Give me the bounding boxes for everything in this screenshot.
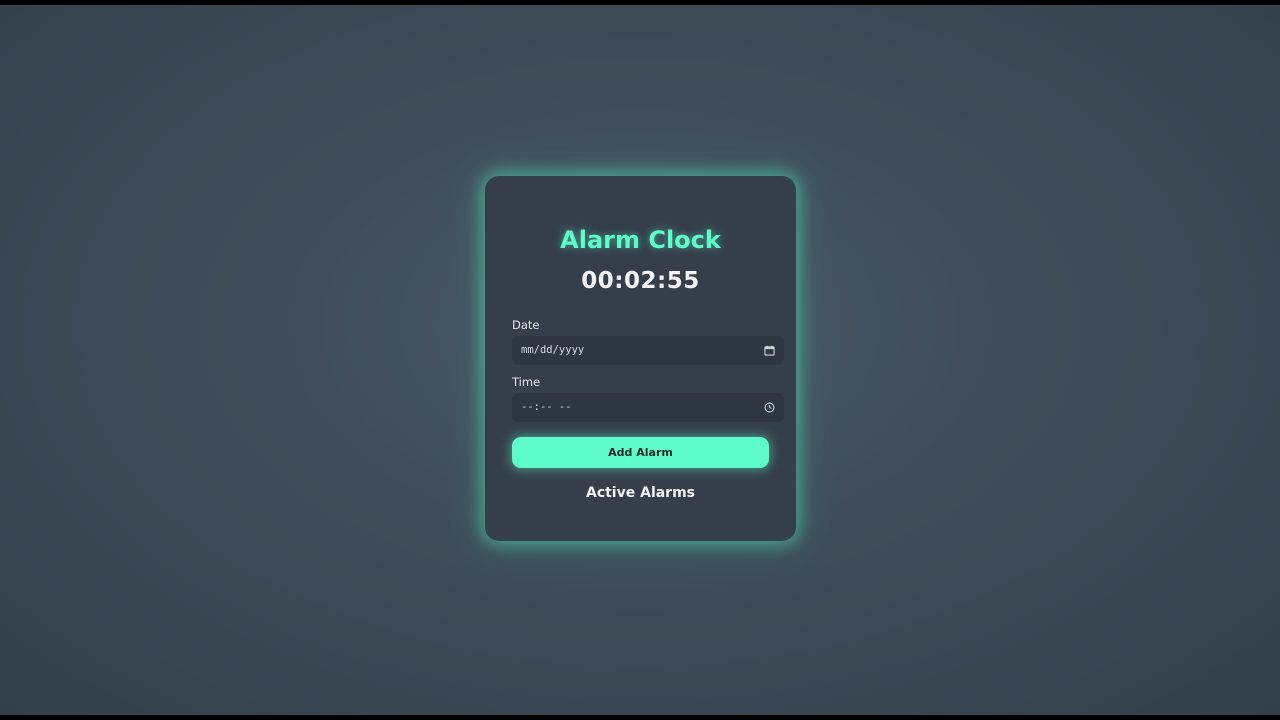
- page-background: Alarm Clock 00:02:55 Date mm/dd/yyyy Tim…: [0, 5, 1280, 715]
- clock-icon[interactable]: [764, 402, 775, 413]
- date-placeholder: mm/dd/yyyy: [521, 344, 585, 356]
- date-label: Date: [512, 318, 540, 332]
- date-input[interactable]: mm/dd/yyyy: [512, 336, 784, 365]
- calendar-icon[interactable]: [764, 345, 775, 356]
- add-alarm-button[interactable]: Add Alarm: [512, 437, 769, 468]
- alarm-clock-card: Alarm Clock 00:02:55 Date mm/dd/yyyy Tim…: [485, 176, 796, 541]
- time-label: Time: [512, 375, 541, 389]
- time-placeholder: --:-- --: [521, 401, 572, 413]
- app-title: Alarm Clock: [560, 226, 721, 254]
- current-time-display: 00:02:55: [581, 268, 700, 294]
- active-alarms-heading: Active Alarms: [585, 485, 696, 501]
- time-input[interactable]: --:-- --: [512, 393, 784, 422]
